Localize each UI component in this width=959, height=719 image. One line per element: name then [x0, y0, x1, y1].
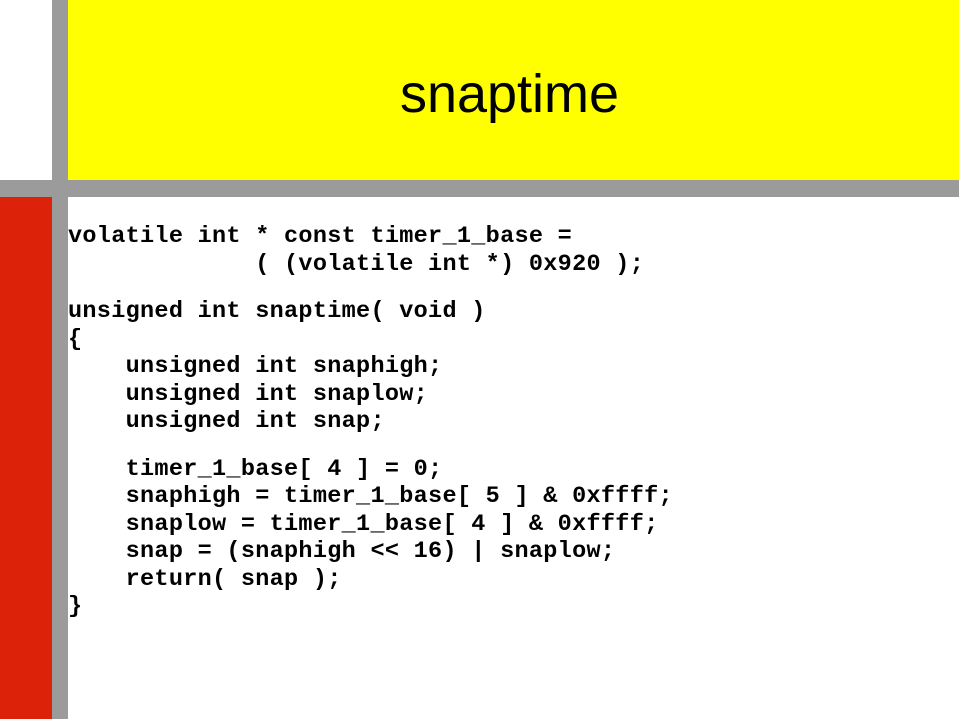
code-line: volatile int * const timer_1_base =: [68, 223, 573, 250]
vertical-gray-accent-bar: [52, 0, 68, 719]
horizontal-gray-accent-bar: [0, 180, 959, 197]
left-red-accent-bar: [0, 197, 52, 719]
code-line: ( (volatile int *) 0x920 );: [68, 250, 645, 278]
top-left-white-block: [0, 0, 52, 180]
code-line: unsigned int snaphigh;: [68, 353, 443, 380]
code-block: volatile int * const timer_1_base = ( (v…: [68, 197, 959, 719]
code-line: unsigned int snaptime( void ): [68, 298, 486, 325]
code-line: unsigned int snaplow;: [68, 380, 429, 408]
slide-title: snaptime: [399, 64, 620, 124]
code-line: snaplow = timer_1_base[ 4 ] & 0xffff;: [68, 510, 659, 538]
code-line: unsigned int snap;: [68, 408, 385, 435]
code-line: }: [68, 593, 83, 620]
code-line: snaphigh = timer_1_base[ 5 ] & 0xffff;: [68, 483, 673, 510]
code-line: timer_1_base[ 4 ] = 0;: [68, 455, 443, 483]
code-line: snap = (snaphigh << 16) | snaplow;: [68, 538, 616, 565]
code-line: return( snap );: [68, 565, 342, 593]
slide: snaptime volatile int * const timer_1_ba…: [0, 0, 959, 719]
code-line: {: [68, 325, 83, 353]
title-banner: snaptime: [68, 0, 959, 180]
